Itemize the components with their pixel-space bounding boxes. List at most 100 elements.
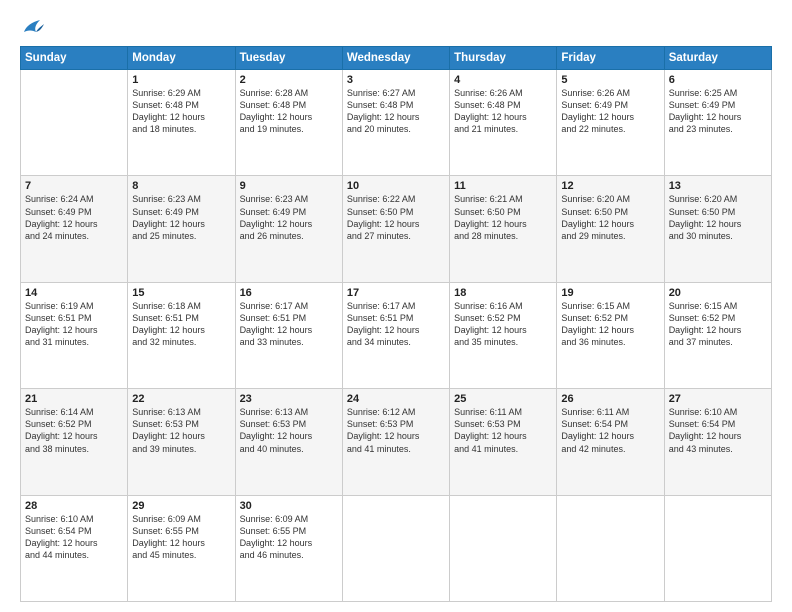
day-info: Sunrise: 6:10 AM Sunset: 6:54 PM Dayligh… (25, 513, 123, 562)
logo-bird-icon (22, 18, 44, 36)
day-info: Sunrise: 6:17 AM Sunset: 6:51 PM Dayligh… (347, 300, 445, 349)
calendar-cell: 2Sunrise: 6:28 AM Sunset: 6:48 PM Daylig… (235, 70, 342, 176)
calendar-cell: 13Sunrise: 6:20 AM Sunset: 6:50 PM Dayli… (664, 176, 771, 282)
day-info: Sunrise: 6:26 AM Sunset: 6:48 PM Dayligh… (454, 87, 552, 136)
day-info: Sunrise: 6:11 AM Sunset: 6:53 PM Dayligh… (454, 406, 552, 455)
calendar-cell (557, 495, 664, 601)
day-number: 4 (454, 74, 552, 86)
calendar-day-header: Monday (128, 47, 235, 70)
calendar-cell: 10Sunrise: 6:22 AM Sunset: 6:50 PM Dayli… (342, 176, 449, 282)
day-number: 8 (132, 180, 230, 192)
calendar-cell: 8Sunrise: 6:23 AM Sunset: 6:49 PM Daylig… (128, 176, 235, 282)
day-number: 30 (240, 500, 338, 512)
calendar-cell: 15Sunrise: 6:18 AM Sunset: 6:51 PM Dayli… (128, 282, 235, 388)
calendar-day-header: Thursday (450, 47, 557, 70)
day-number: 28 (25, 500, 123, 512)
calendar-cell: 27Sunrise: 6:10 AM Sunset: 6:54 PM Dayli… (664, 389, 771, 495)
calendar-day-header: Friday (557, 47, 664, 70)
day-info: Sunrise: 6:17 AM Sunset: 6:51 PM Dayligh… (240, 300, 338, 349)
day-info: Sunrise: 6:12 AM Sunset: 6:53 PM Dayligh… (347, 406, 445, 455)
day-number: 5 (561, 74, 659, 86)
calendar-cell: 9Sunrise: 6:23 AM Sunset: 6:49 PM Daylig… (235, 176, 342, 282)
day-number: 18 (454, 287, 552, 299)
calendar-cell: 14Sunrise: 6:19 AM Sunset: 6:51 PM Dayli… (21, 282, 128, 388)
calendar-cell: 6Sunrise: 6:25 AM Sunset: 6:49 PM Daylig… (664, 70, 771, 176)
calendar-cell: 16Sunrise: 6:17 AM Sunset: 6:51 PM Dayli… (235, 282, 342, 388)
day-info: Sunrise: 6:23 AM Sunset: 6:49 PM Dayligh… (132, 193, 230, 242)
page: SundayMondayTuesdayWednesdayThursdayFrid… (0, 0, 792, 612)
calendar-cell: 20Sunrise: 6:15 AM Sunset: 6:52 PM Dayli… (664, 282, 771, 388)
calendar-day-header: Wednesday (342, 47, 449, 70)
day-number: 17 (347, 287, 445, 299)
day-number: 21 (25, 393, 123, 405)
day-number: 9 (240, 180, 338, 192)
day-info: Sunrise: 6:13 AM Sunset: 6:53 PM Dayligh… (240, 406, 338, 455)
calendar-header-row: SundayMondayTuesdayWednesdayThursdayFrid… (21, 47, 772, 70)
calendar-cell (342, 495, 449, 601)
calendar-cell (664, 495, 771, 601)
day-number: 16 (240, 287, 338, 299)
calendar-cell: 18Sunrise: 6:16 AM Sunset: 6:52 PM Dayli… (450, 282, 557, 388)
day-number: 20 (669, 287, 767, 299)
day-number: 19 (561, 287, 659, 299)
calendar-week-row: 7Sunrise: 6:24 AM Sunset: 6:49 PM Daylig… (21, 176, 772, 282)
day-number: 7 (25, 180, 123, 192)
calendar-cell: 29Sunrise: 6:09 AM Sunset: 6:55 PM Dayli… (128, 495, 235, 601)
day-info: Sunrise: 6:11 AM Sunset: 6:54 PM Dayligh… (561, 406, 659, 455)
day-number: 15 (132, 287, 230, 299)
day-number: 24 (347, 393, 445, 405)
day-info: Sunrise: 6:15 AM Sunset: 6:52 PM Dayligh… (561, 300, 659, 349)
calendar-week-row: 1Sunrise: 6:29 AM Sunset: 6:48 PM Daylig… (21, 70, 772, 176)
day-info: Sunrise: 6:18 AM Sunset: 6:51 PM Dayligh… (132, 300, 230, 349)
day-info: Sunrise: 6:14 AM Sunset: 6:52 PM Dayligh… (25, 406, 123, 455)
day-info: Sunrise: 6:15 AM Sunset: 6:52 PM Dayligh… (669, 300, 767, 349)
day-number: 1 (132, 74, 230, 86)
calendar-cell: 17Sunrise: 6:17 AM Sunset: 6:51 PM Dayli… (342, 282, 449, 388)
day-info: Sunrise: 6:16 AM Sunset: 6:52 PM Dayligh… (454, 300, 552, 349)
day-number: 2 (240, 74, 338, 86)
calendar-day-header: Tuesday (235, 47, 342, 70)
day-number: 27 (669, 393, 767, 405)
day-number: 26 (561, 393, 659, 405)
day-info: Sunrise: 6:13 AM Sunset: 6:53 PM Dayligh… (132, 406, 230, 455)
calendar-cell: 1Sunrise: 6:29 AM Sunset: 6:48 PM Daylig… (128, 70, 235, 176)
day-number: 14 (25, 287, 123, 299)
calendar-cell: 7Sunrise: 6:24 AM Sunset: 6:49 PM Daylig… (21, 176, 128, 282)
calendar-week-row: 28Sunrise: 6:10 AM Sunset: 6:54 PM Dayli… (21, 495, 772, 601)
day-info: Sunrise: 6:23 AM Sunset: 6:49 PM Dayligh… (240, 193, 338, 242)
day-number: 10 (347, 180, 445, 192)
calendar-cell: 30Sunrise: 6:09 AM Sunset: 6:55 PM Dayli… (235, 495, 342, 601)
day-info: Sunrise: 6:09 AM Sunset: 6:55 PM Dayligh… (240, 513, 338, 562)
day-number: 11 (454, 180, 552, 192)
day-info: Sunrise: 6:21 AM Sunset: 6:50 PM Dayligh… (454, 193, 552, 242)
calendar-cell: 24Sunrise: 6:12 AM Sunset: 6:53 PM Dayli… (342, 389, 449, 495)
day-info: Sunrise: 6:19 AM Sunset: 6:51 PM Dayligh… (25, 300, 123, 349)
day-info: Sunrise: 6:20 AM Sunset: 6:50 PM Dayligh… (669, 193, 767, 242)
day-info: Sunrise: 6:09 AM Sunset: 6:55 PM Dayligh… (132, 513, 230, 562)
day-number: 22 (132, 393, 230, 405)
calendar-day-header: Sunday (21, 47, 128, 70)
day-number: 29 (132, 500, 230, 512)
calendar-cell: 23Sunrise: 6:13 AM Sunset: 6:53 PM Dayli… (235, 389, 342, 495)
calendar-cell: 11Sunrise: 6:21 AM Sunset: 6:50 PM Dayli… (450, 176, 557, 282)
day-info: Sunrise: 6:24 AM Sunset: 6:49 PM Dayligh… (25, 193, 123, 242)
calendar-cell: 12Sunrise: 6:20 AM Sunset: 6:50 PM Dayli… (557, 176, 664, 282)
calendar-week-row: 14Sunrise: 6:19 AM Sunset: 6:51 PM Dayli… (21, 282, 772, 388)
calendar-cell: 28Sunrise: 6:10 AM Sunset: 6:54 PM Dayli… (21, 495, 128, 601)
day-number: 25 (454, 393, 552, 405)
day-number: 12 (561, 180, 659, 192)
calendar-cell: 22Sunrise: 6:13 AM Sunset: 6:53 PM Dayli… (128, 389, 235, 495)
logo (20, 18, 44, 36)
day-number: 6 (669, 74, 767, 86)
day-number: 13 (669, 180, 767, 192)
calendar-day-header: Saturday (664, 47, 771, 70)
calendar-cell: 3Sunrise: 6:27 AM Sunset: 6:48 PM Daylig… (342, 70, 449, 176)
day-info: Sunrise: 6:28 AM Sunset: 6:48 PM Dayligh… (240, 87, 338, 136)
calendar-cell: 19Sunrise: 6:15 AM Sunset: 6:52 PM Dayli… (557, 282, 664, 388)
calendar-cell: 26Sunrise: 6:11 AM Sunset: 6:54 PM Dayli… (557, 389, 664, 495)
day-number: 23 (240, 393, 338, 405)
day-info: Sunrise: 6:20 AM Sunset: 6:50 PM Dayligh… (561, 193, 659, 242)
day-info: Sunrise: 6:27 AM Sunset: 6:48 PM Dayligh… (347, 87, 445, 136)
calendar-cell: 4Sunrise: 6:26 AM Sunset: 6:48 PM Daylig… (450, 70, 557, 176)
calendar-week-row: 21Sunrise: 6:14 AM Sunset: 6:52 PM Dayli… (21, 389, 772, 495)
